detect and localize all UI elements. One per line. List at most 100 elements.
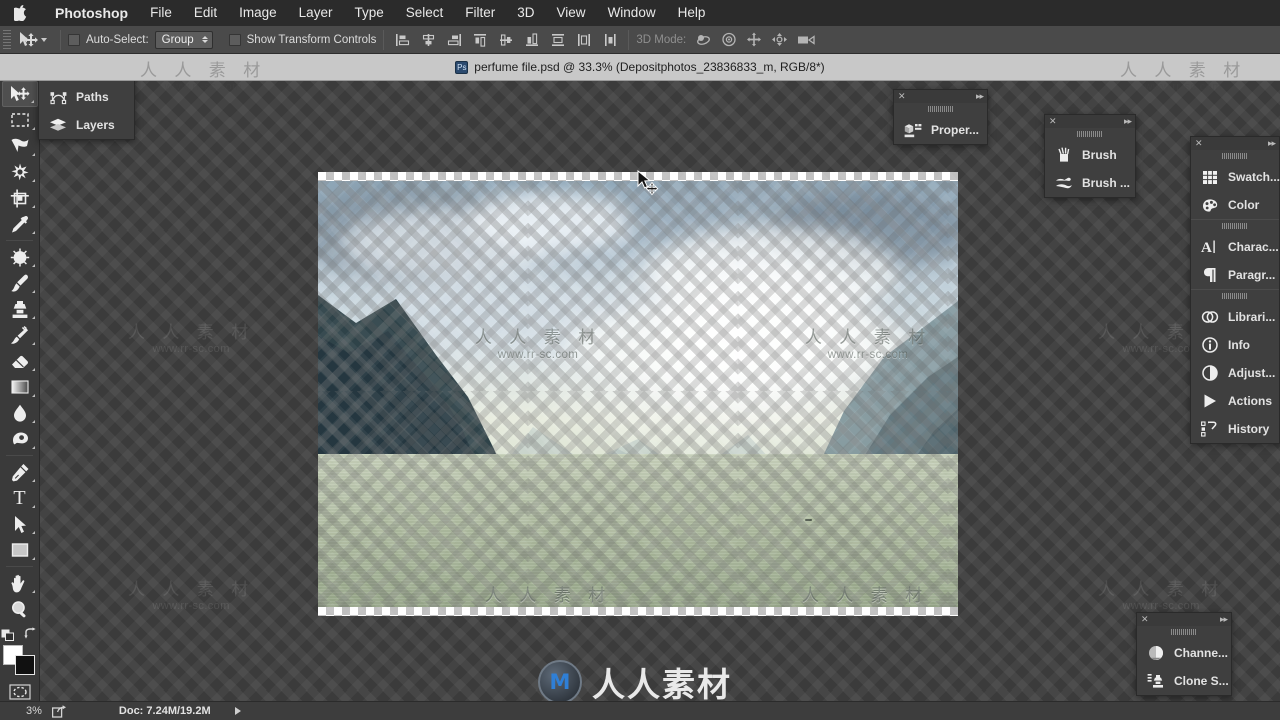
tool-lasso[interactable] [2, 133, 38, 159]
roll-3d-icon[interactable] [721, 32, 737, 47]
menu-item-layer[interactable]: Layer [288, 0, 344, 26]
align-right-edges-icon[interactable] [443, 30, 465, 50]
zoom-level-value[interactable]: 3% [26, 705, 42, 717]
close-icon[interactable]: ✕ [1141, 615, 1149, 624]
menu-item-image[interactable]: Image [228, 0, 288, 26]
distribute-left-edges-icon[interactable] [547, 30, 569, 50]
document-tab[interactable]: Ps perfume file.psd @ 33.3% (Depositphot… [455, 60, 825, 74]
panel-item-paths[interactable]: Paths [39, 83, 134, 111]
macos-menu-bar[interactable]: Photoshop File Edit Image Layer Type Sel… [0, 0, 1280, 26]
canvas-area[interactable]: 人 人 素 材 www.rr-sc.com 人 人 素 材 www.rr-sc.… [318, 172, 958, 616]
panel-item-history[interactable]: History [1191, 415, 1279, 443]
tool-dodge[interactable] [2, 426, 38, 452]
tool-gradient[interactable] [2, 374, 38, 400]
align-vertical-centers-icon[interactable] [495, 30, 517, 50]
tool-zoom[interactable] [2, 596, 38, 622]
auto-select-scope-dropdown[interactable]: Group [154, 30, 213, 49]
show-transform-checkbox[interactable] [228, 33, 241, 46]
close-icon[interactable]: ✕ [1049, 117, 1057, 126]
panel-item-color[interactable]: Color [1191, 191, 1279, 219]
panel-right-dock[interactable]: ✕ ▸▸ Swatch... Color A Charac... Paragr.… [1190, 136, 1280, 444]
tool-blur[interactable] [2, 400, 38, 426]
tool-history-brush[interactable] [2, 322, 38, 348]
auto-select-group[interactable]: Auto-Select: Group [68, 30, 213, 49]
menu-item-select[interactable]: Select [395, 0, 455, 26]
tool-move[interactable] [1, 81, 38, 107]
options-bar-grip[interactable] [3, 29, 11, 50]
panel-grip[interactable] [1222, 223, 1248, 229]
panel-item-character[interactable]: A Charac... [1191, 233, 1279, 261]
panel-item-paragraph[interactable]: Paragr... [1191, 261, 1279, 289]
panel-item-adjustments[interactable]: Adjust... [1191, 359, 1279, 387]
tool-horizontal-type[interactable]: T [2, 485, 38, 511]
tool-quick-selection[interactable] [2, 159, 38, 185]
tool-eyedropper[interactable] [2, 211, 38, 237]
panel-item-info[interactable]: Info [1191, 331, 1279, 359]
tool-rectangle-shape[interactable] [2, 537, 38, 563]
menu-item-type[interactable]: Type [343, 0, 394, 26]
tool-preset-chevron-icon[interactable] [41, 37, 47, 42]
menu-item-filter[interactable]: Filter [454, 0, 506, 26]
align-bottom-edges-icon[interactable] [521, 30, 543, 50]
pan-3d-icon[interactable] [746, 32, 762, 47]
menu-item-edit[interactable]: Edit [183, 0, 228, 26]
tool-clone-stamp[interactable] [2, 296, 38, 322]
status-bar[interactable]: 3% Doc: 7.24M/19.2M [0, 701, 1280, 720]
tool-rectangular-marquee[interactable] [2, 107, 38, 133]
panel-grip[interactable] [927, 106, 954, 112]
tool-path-selection[interactable] [2, 511, 38, 537]
menu-item-file[interactable]: File [139, 0, 183, 26]
panel-grip[interactable] [1222, 293, 1248, 299]
menu-item-view[interactable]: View [546, 0, 597, 26]
default-colors-icon[interactable] [1, 627, 16, 641]
panel-properties[interactable]: ✕ ▸▸ Proper... [893, 89, 988, 145]
tool-eraser[interactable] [2, 348, 38, 374]
panel-item-layers[interactable]: Layers [39, 111, 134, 139]
distribute-right-edges-icon[interactable] [599, 30, 621, 50]
tool-brush[interactable] [2, 270, 38, 296]
panel-item-brush[interactable]: Brush [1045, 141, 1135, 169]
menu-item-photoshop[interactable]: Photoshop [44, 0, 139, 26]
double-chevron-right-icon[interactable]: ▸▸ [1124, 117, 1132, 126]
tool-spot-healing-brush[interactable] [2, 244, 38, 270]
color-controls-top[interactable] [0, 627, 39, 641]
menu-item-help[interactable]: Help [667, 0, 717, 26]
current-tool-preview[interactable] [16, 29, 53, 51]
panel-channels-clone-source[interactable]: ✕ ▸▸ Channe... Clone S... [1136, 612, 1232, 696]
double-chevron-right-icon[interactable]: ▸▸ [1220, 615, 1228, 624]
panel-item-swatches[interactable]: Swatch... [1191, 163, 1280, 191]
document-tab-bar[interactable]: Ps perfume file.psd @ 33.3% (Depositphot… [0, 54, 1280, 81]
panel-item-channels[interactable]: Channe... [1137, 639, 1231, 667]
auto-select-checkbox[interactable] [68, 33, 80, 46]
3d-mode-group[interactable]: 3D Mode: [636, 32, 815, 47]
document-image[interactable]: 人 人 素 材 www.rr-sc.com 人 人 素 材 www.rr-sc.… [318, 181, 958, 607]
triangle-right-icon[interactable] [234, 707, 241, 715]
panel-item-brush-presets[interactable]: Brush ... [1045, 169, 1135, 197]
close-icon[interactable]: ✕ [1195, 139, 1203, 148]
panel-brush[interactable]: ✕ ▸▸ Brush Brush ... [1044, 114, 1136, 198]
double-chevron-right-icon[interactable]: ▸▸ [1268, 139, 1276, 148]
slide-3d-icon[interactable] [771, 32, 788, 47]
align-left-edges-icon[interactable] [391, 30, 413, 50]
scale-3d-icon[interactable] [797, 33, 815, 47]
tools-palette[interactable]: ✕ ▸▸ [0, 55, 40, 720]
panel-item-clone-source[interactable]: Clone S... [1137, 667, 1231, 695]
tool-pen[interactable] [2, 459, 38, 485]
tool-options-bar[interactable]: Auto-Select: Group Show Transform Contro… [0, 26, 1280, 54]
align-horizontal-centers-icon[interactable] [417, 30, 439, 50]
panel-item-actions[interactable]: Actions [1191, 387, 1279, 415]
distribute-horizontal-centers-icon[interactable] [573, 30, 595, 50]
swap-colors-icon[interactable] [24, 627, 38, 641]
panel-grip[interactable] [1171, 629, 1197, 635]
menu-item-3d[interactable]: 3D [506, 0, 545, 26]
share-icon[interactable] [51, 704, 67, 718]
background-color-swatch[interactable] [14, 655, 35, 675]
double-chevron-right-icon[interactable]: ▸▸ [976, 92, 984, 101]
panel-item-properties[interactable]: Proper... [894, 116, 987, 144]
panel-header[interactable]: ✕ ▸▸ [1191, 137, 1279, 150]
panel-header[interactable]: ✕ ▸▸ [1045, 115, 1135, 128]
panel-grip[interactable] [1222, 153, 1248, 159]
panel-item-libraries[interactable]: Librari... [1191, 303, 1279, 331]
menu-item-window[interactable]: Window [597, 0, 667, 26]
tool-crop[interactable] [2, 185, 38, 211]
